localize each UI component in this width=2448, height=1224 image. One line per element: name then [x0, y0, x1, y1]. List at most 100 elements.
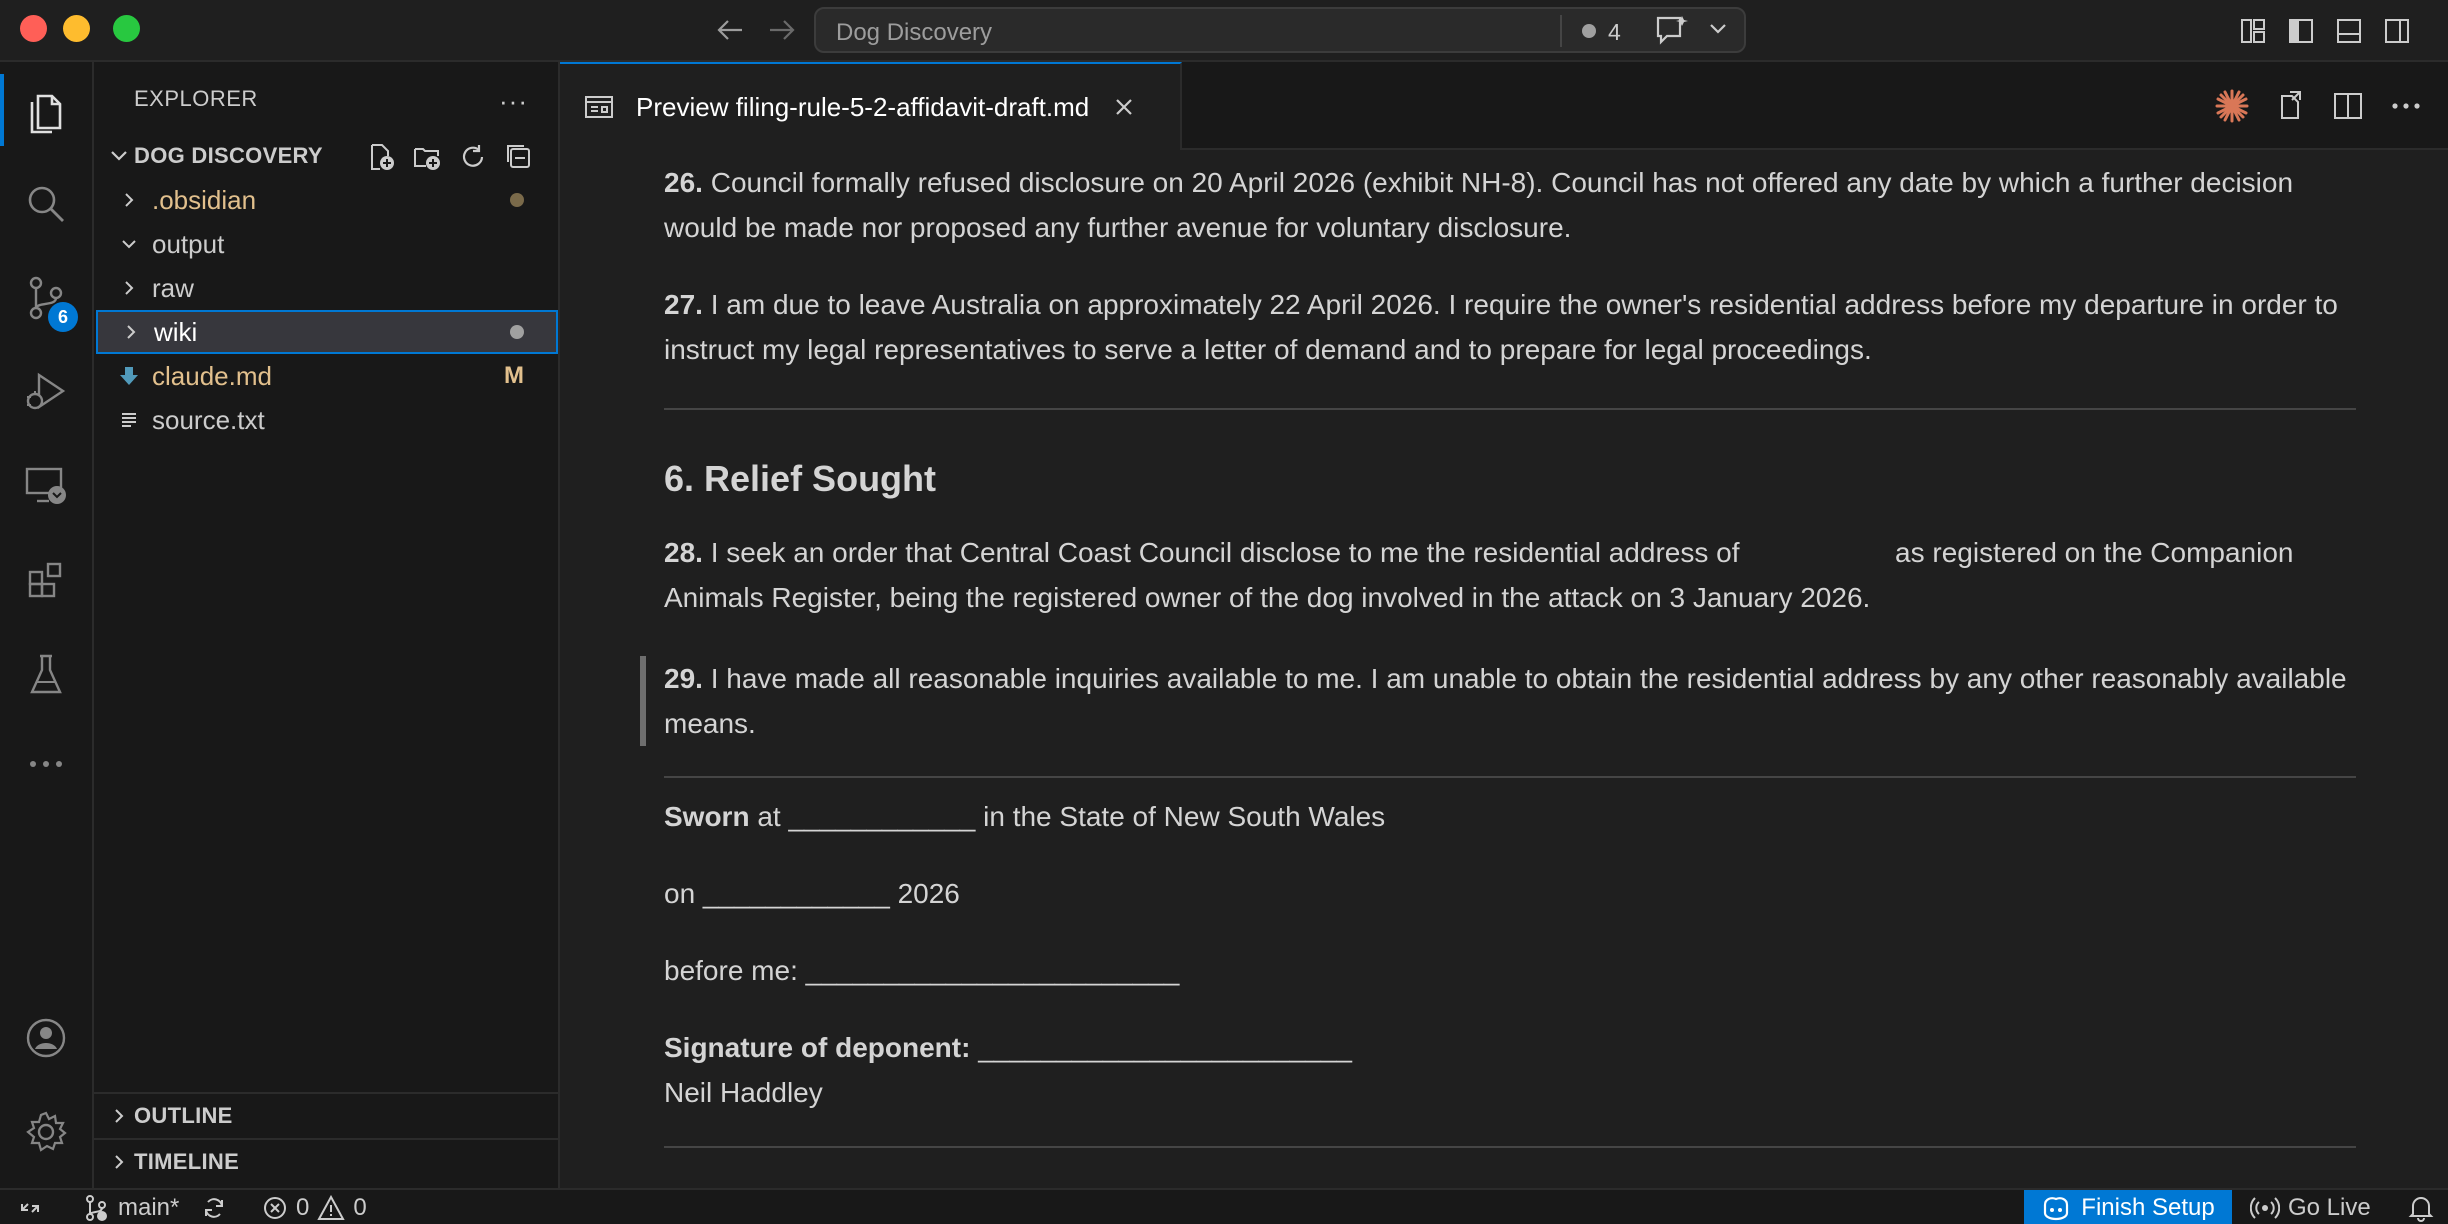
- editor-actions: [2212, 86, 2426, 126]
- new-folder-icon[interactable]: [410, 140, 444, 174]
- toggle-secondary-sidebar-icon[interactable]: [2380, 14, 2414, 48]
- remote-explorer-activity[interactable]: [0, 446, 92, 526]
- go-live-label: Go Live: [2288, 1194, 2371, 1221]
- extensions-activity[interactable]: [0, 540, 92, 620]
- divider: [1560, 15, 1562, 47]
- chat-icon[interactable]: [1654, 14, 1690, 53]
- chevron-down-icon: [114, 235, 144, 253]
- go-live-button[interactable]: Go Live: [2250, 1190, 2371, 1224]
- finish-setup-label: Finish Setup: [2081, 1194, 2215, 1221]
- extensions-icon: [28, 562, 62, 598]
- notification-count: 4: [1608, 19, 1621, 45]
- sync-button[interactable]: [200, 1190, 228, 1224]
- timeline-section: TIMELINE: [94, 1138, 558, 1184]
- modified-dot-icon: [510, 193, 524, 207]
- on-date-line: on ____________ 2026: [664, 878, 960, 909]
- customize-layout-icon[interactable]: [2236, 14, 2270, 48]
- chevron-right-icon: [94, 1153, 134, 1171]
- more-icon: [30, 761, 62, 767]
- close-window-button[interactable]: [20, 15, 47, 42]
- sync-icon: [205, 1198, 223, 1218]
- signature-line: Signature of deponent: _________________…: [664, 1025, 2356, 1070]
- explorer-more-button[interactable]: ···: [499, 86, 528, 117]
- collapse-all-icon[interactable]: [502, 140, 536, 174]
- explorer-activity[interactable]: [0, 70, 92, 150]
- sworn-label: Sworn: [664, 801, 750, 832]
- testing-activity[interactable]: [0, 634, 92, 714]
- open-source-icon[interactable]: [2270, 86, 2310, 126]
- refresh-icon[interactable]: [456, 140, 490, 174]
- warning-count: 0: [353, 1194, 367, 1221]
- close-icon[interactable]: [1109, 97, 1139, 117]
- maximize-window-button[interactable]: [113, 15, 140, 42]
- tree-item-label: claude.md: [152, 360, 272, 391]
- notifications-button[interactable]: [2408, 1190, 2434, 1224]
- status-bar: main* 0 0 Finish Setup Go Live: [0, 1188, 2448, 1224]
- toggle-panel-icon[interactable]: [2332, 14, 2366, 48]
- window-title: Dog Discovery: [836, 19, 993, 46]
- paragraph-text: Council formally refused disclosure on 2…: [664, 167, 2294, 243]
- tree-item-label: source.txt: [152, 404, 265, 435]
- chevron-right-icon: [114, 279, 144, 297]
- minimize-window-button[interactable]: [63, 15, 90, 42]
- bell-icon: [2408, 1197, 2434, 1222]
- markdown-preview: 26. Council formally refused disclosure …: [560, 150, 2448, 1188]
- back-arrow-icon[interactable]: [712, 12, 748, 48]
- tree-item-label: .obsidian: [152, 184, 257, 215]
- more-actions-icon[interactable]: [2386, 86, 2426, 126]
- section-heading: 6. Relief Sought: [664, 458, 937, 499]
- run-debug-activity[interactable]: [0, 352, 92, 432]
- timeline-header[interactable]: TIMELINE: [94, 1140, 558, 1184]
- tree-item-raw[interactable]: raw: [94, 266, 558, 310]
- error-count: 0: [296, 1194, 310, 1221]
- search-activity[interactable]: [0, 164, 92, 244]
- sidebar: EXPLORER ··· DOG DISCOVERY .obsidian out…: [94, 62, 560, 1188]
- forward-arrow-icon[interactable]: [764, 12, 800, 48]
- more-activity[interactable]: [0, 724, 92, 804]
- remote-explorer-icon: [25, 467, 66, 504]
- tree-item-label: raw: [152, 272, 194, 303]
- deponent-name: Neil Haddley: [664, 1077, 823, 1108]
- source-control-activity[interactable]: 6: [0, 258, 92, 338]
- download-arrow-icon: [114, 365, 144, 387]
- git-branch-icon: [86, 1195, 107, 1221]
- branch-indicator[interactable]: main*: [82, 1190, 179, 1224]
- paragraph-28: 28. I seek an order that Central Coast C…: [664, 530, 2356, 620]
- horizontal-rule: [664, 1146, 2356, 1148]
- tab-preview[interactable]: Preview filing-rule-5-2-affidavit-draft.…: [560, 62, 1182, 150]
- account-icon: [26, 1018, 66, 1058]
- title-bar: Dog Discovery 4: [0, 0, 2448, 62]
- chevron-down-icon[interactable]: [1708, 19, 1728, 44]
- files-icon: [30, 94, 62, 134]
- folder-actions: [364, 140, 536, 174]
- problems-indicator[interactable]: 0 0: [262, 1190, 367, 1224]
- sworn-line: Sworn at ____________ in the State of Ne…: [664, 794, 2356, 839]
- toggle-primary-sidebar-icon[interactable]: [2284, 14, 2318, 48]
- text-lines-icon: [114, 410, 144, 430]
- tree-item-output[interactable]: output: [94, 222, 558, 266]
- manage-activity[interactable]: [0, 1092, 92, 1172]
- remote-indicator[interactable]: [18, 1190, 42, 1224]
- paragraph-29: 29. I have made all reasonable inquiries…: [664, 656, 2356, 746]
- finish-setup-button[interactable]: Finish Setup: [2024, 1190, 2232, 1224]
- branch-name: main*: [118, 1194, 180, 1221]
- broadcast-icon: [2250, 1197, 2280, 1219]
- new-file-icon[interactable]: [364, 140, 398, 174]
- outline-section: OUTLINE: [94, 1092, 558, 1138]
- claude-icon[interactable]: [2212, 86, 2252, 126]
- paragraph-text: I seek an order that Central Coast Counc…: [702, 537, 1748, 568]
- outline-header[interactable]: OUTLINE: [94, 1094, 558, 1138]
- accounts-activity[interactable]: [0, 998, 92, 1078]
- signature-label: Signature of deponent:: [664, 1032, 971, 1063]
- activity-bar: 6: [0, 62, 94, 1188]
- horizontal-rule: [664, 408, 2356, 410]
- folder-section-header[interactable]: DOG DISCOVERY: [94, 134, 558, 178]
- tab-label: Preview filing-rule-5-2-affidavit-draft.…: [636, 91, 1090, 122]
- layout-controls: [2236, 14, 2414, 48]
- command-center[interactable]: Dog Discovery 4: [814, 7, 1746, 53]
- tree-item-wiki[interactable]: wiki: [96, 310, 558, 354]
- tree-item-claude-md[interactable]: claude.md M: [94, 354, 558, 398]
- tree-item-source-txt[interactable]: source.txt: [94, 398, 558, 442]
- tree-item-obsidian[interactable]: .obsidian: [94, 178, 558, 222]
- split-editor-icon[interactable]: [2328, 86, 2368, 126]
